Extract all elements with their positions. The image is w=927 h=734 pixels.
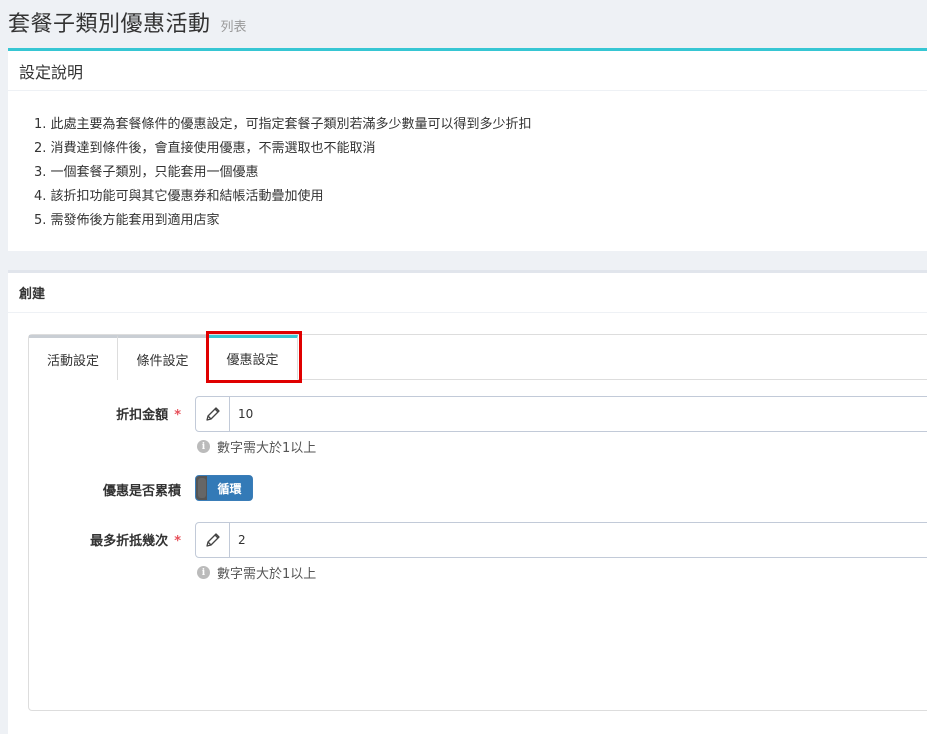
required-marker: * (174, 534, 181, 549)
description-item: 4. 該折扣功能可與其它優惠券和結帳活動疊加使用 (34, 189, 324, 204)
create-panel: 創建 活動設定 條件設定 優惠設定 折扣金額* i 數字需大於1以上 (8, 270, 927, 734)
create-panel-header: 創建 (8, 273, 927, 313)
tab-discount-settings[interactable]: 優惠設定 (208, 335, 298, 380)
toggle-handle (198, 478, 206, 498)
info-icon: i (197, 440, 210, 453)
discount-amount-help: i 數字需大於1以上 (197, 437, 316, 456)
required-marker: * (174, 408, 181, 423)
page-title: 套餐子類別優惠活動 (8, 12, 211, 37)
max-times-input-group (195, 522, 927, 558)
tab-bar: 活動設定 條件設定 優惠設定 (29, 335, 298, 380)
pencil-icon (196, 397, 230, 431)
max-times-help: i 數字需大於1以上 (197, 563, 316, 582)
discount-amount-label: 折扣金額 * (116, 408, 181, 423)
max-times-input[interactable] (230, 523, 927, 557)
description-item: 2. 消費達到條件後，會直接使用優惠，不需選取也不能取消 (34, 141, 376, 156)
pencil-icon (196, 523, 230, 557)
description-item: 3. 一個套餐子類別，只能套用一個優惠 (34, 165, 259, 180)
page-header: 套餐子類別優惠活動 列表 (8, 6, 247, 38)
toggle-on-label: 循環 (207, 476, 252, 500)
tab-condition-settings[interactable]: 條件設定 (118, 335, 208, 380)
page-subtitle: 列表 (220, 20, 247, 35)
description-item: 1. 此處主要為套餐條件的優惠設定，可指定套餐子類別若滿多少數量可以得到多少折扣 (34, 117, 532, 132)
description-panel-header: 設定說明 (8, 51, 927, 91)
cumulative-label: 優惠是否累積 (102, 484, 181, 499)
cumulative-toggle[interactable]: 循環 (195, 475, 253, 501)
help-text: 數字需大於1以上 (217, 441, 317, 456)
description-title: 設定說明 (19, 62, 84, 82)
help-text: 數字需大於1以上 (217, 567, 317, 582)
info-icon: i (197, 566, 210, 579)
description-panel: 設定說明 1. 此處主要為套餐條件的優惠設定，可指定套餐子類別若滿多少數量可以得… (8, 48, 927, 251)
max-times-label: 最多折抵幾次 * (90, 534, 181, 549)
discount-amount-input[interactable] (230, 397, 927, 431)
description-item: 5. 需發佈後方能套用到適用店家 (34, 213, 220, 228)
tab-panel: 活動設定 條件設定 優惠設定 折扣金額* i 數字需大於1以上 優惠是否累積 (28, 331, 927, 711)
tab-activity-settings[interactable]: 活動設定 (29, 335, 118, 380)
create-title: 創建 (19, 287, 46, 302)
discount-amount-input-group (195, 396, 927, 432)
description-list: 1. 此處主要為套餐條件的優惠設定，可指定套餐子類別若滿多少數量可以得到多少折扣… (8, 91, 927, 233)
